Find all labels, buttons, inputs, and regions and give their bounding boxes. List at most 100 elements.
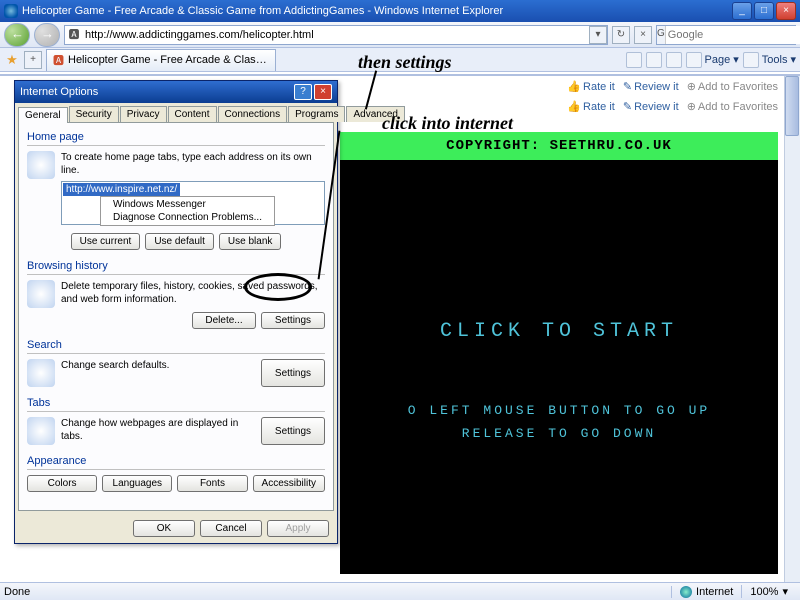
use-default-button[interactable]: Use default (145, 233, 214, 250)
tabs-icon (27, 417, 55, 445)
game-instruction-1: O LEFT MOUSE BUTTON TO GO UP (340, 403, 778, 418)
page-menu-icon (686, 52, 702, 68)
page-action-links: 👍 Rate it ✎ Review it ⊕ Add to Favorites (567, 80, 778, 93)
group-tabs: Tabs Change how webpages are displayed i… (27, 397, 325, 445)
menu-windows-messenger[interactable]: Windows Messenger (101, 198, 274, 211)
stop-button[interactable]: × (634, 26, 652, 44)
group-history: Browsing history Delete temporary files,… (27, 260, 325, 329)
dialog-footer: OK Cancel Apply (15, 514, 337, 543)
add-favorite-button[interactable]: + (24, 51, 42, 69)
use-current-button[interactable]: Use current (71, 233, 141, 250)
forward-button[interactable] (34, 23, 60, 47)
game-flash-area[interactable]: COPYRIGHT: SEETHRU.CO.UK CLICK TO START … (340, 132, 778, 574)
url-input[interactable] (83, 26, 589, 44)
fonts-button[interactable]: Fonts (177, 475, 247, 492)
review-link-2[interactable]: ✎ Review it (623, 100, 679, 113)
tab-security[interactable]: Security (69, 106, 119, 122)
tabs-text: Change how webpages are displayed in tab… (61, 417, 255, 445)
close-button[interactable]: × (776, 2, 796, 20)
status-zoom[interactable]: 100% ▾ (741, 585, 796, 598)
address-bar[interactable]: 🅰 ▾ (64, 25, 608, 45)
homepage-url[interactable]: http://www.inspire.net.nz/ (63, 183, 180, 196)
rate-link-1[interactable]: 👍 Rate it (567, 80, 615, 93)
back-button[interactable] (4, 23, 30, 47)
appearance-label: Appearance (27, 455, 86, 467)
search-settings-button[interactable]: Settings (261, 359, 325, 387)
accessibility-button[interactable]: Accessibility (253, 475, 325, 492)
search-input[interactable] (666, 26, 800, 44)
addfav-link-1[interactable]: ⊕ Add to Favorites (687, 80, 778, 93)
page-menu[interactable]: Page ▾ (686, 52, 739, 68)
history-label: Browsing history (27, 260, 108, 272)
tools-menu[interactable]: Tools ▾ (743, 52, 796, 68)
tabs-label: Tabs (27, 397, 50, 409)
dialog-tabs: General Security Privacy Content Connect… (15, 103, 337, 122)
feeds-icon[interactable] (646, 52, 662, 68)
tabs-settings-button[interactable]: Settings (261, 417, 325, 445)
search-provider-icon[interactable]: G (657, 26, 666, 44)
refresh-button[interactable]: ↻ (612, 26, 630, 44)
search-box[interactable]: G 🔍 (656, 25, 796, 45)
minimize-button[interactable]: _ (732, 2, 752, 20)
ok-button[interactable]: OK (133, 520, 195, 537)
home-icon[interactable] (626, 52, 642, 68)
tab-content[interactable]: Content (168, 106, 217, 122)
annotation-then-settings: then settings (358, 52, 452, 73)
vertical-scrollbar[interactable] (784, 76, 800, 582)
history-text: Delete temporary files, history, cookies… (61, 280, 325, 308)
maximize-button[interactable]: □ (754, 2, 774, 20)
homepage-label: Home page (27, 131, 84, 143)
window-titlebar: Helicopter Game - Free Arcade & Classic … (0, 0, 800, 22)
nav-toolbar: 🅰 ▾ ↻ × G 🔍 (0, 22, 800, 48)
status-bar: Done Internet 100% ▾ (0, 582, 800, 600)
colors-button[interactable]: Colors (27, 475, 97, 492)
status-zone: Internet (671, 586, 741, 598)
homepage-context-menu: Windows Messenger Diagnose Connection Pr… (100, 196, 275, 226)
tab-general[interactable]: General (18, 107, 68, 123)
languages-button[interactable]: Languages (102, 475, 172, 492)
favorites-star-icon[interactable]: ★ (4, 52, 20, 68)
scrollbar-thumb[interactable] (785, 76, 799, 136)
search-label: Search (27, 339, 62, 351)
page-favicon: 🅰 (65, 26, 83, 44)
dialog-help-button[interactable]: ? (294, 84, 312, 100)
browser-tab[interactable]: 🅰 Helicopter Game - Free Arcade & Classi… (46, 49, 276, 71)
ie-icon (4, 4, 18, 18)
history-settings-button[interactable]: Settings (261, 312, 325, 329)
delete-history-button[interactable]: Delete... (192, 312, 256, 329)
dialog-body: Home page To create home page tabs, type… (18, 122, 334, 511)
game-instruction-2: RELEASE TO GO DOWN (340, 426, 778, 441)
search-text: Change search defaults. (61, 359, 255, 387)
apply-button[interactable]: Apply (267, 520, 329, 537)
address-dropdown[interactable]: ▾ (589, 26, 607, 44)
homepage-icon (27, 151, 55, 179)
dialog-title: Internet Options (20, 86, 292, 98)
group-homepage: Home page To create home page tabs, type… (27, 131, 325, 250)
game-copyright: COPYRIGHT: SEETHRU.CO.UK (340, 132, 778, 160)
tab-privacy[interactable]: Privacy (120, 106, 167, 122)
dialog-titlebar[interactable]: Internet Options ? × (15, 81, 337, 103)
tab-connections[interactable]: Connections (218, 106, 288, 122)
dialog-close-button[interactable]: × (314, 84, 332, 100)
status-text: Done (4, 586, 671, 598)
use-blank-button[interactable]: Use blank (219, 233, 281, 250)
print-icon[interactable] (666, 52, 682, 68)
history-icon (27, 280, 55, 308)
tools-menu-icon (743, 52, 759, 68)
tab-favicon: 🅰 (53, 52, 64, 68)
menu-diagnose[interactable]: Diagnose Connection Problems... (101, 211, 274, 224)
globe-icon (680, 586, 692, 598)
homepage-url-box[interactable]: http://www.inspire.net.nz/ Windows Messe… (61, 181, 325, 225)
rate-link-2[interactable]: 👍 Rate it (567, 100, 615, 113)
group-appearance: Appearance Colors Languages Fonts Access… (27, 455, 325, 492)
window-title: Helicopter Game - Free Arcade & Classic … (22, 5, 730, 17)
tab-label: Helicopter Game - Free Arcade & Classic … (68, 54, 269, 66)
group-search: Search Change search defaults. Settings (27, 339, 325, 387)
tab-programs[interactable]: Programs (288, 106, 345, 122)
addfav-link-2[interactable]: ⊕ Add to Favorites (687, 100, 778, 113)
annotation-click-internet: click into internet (382, 113, 513, 134)
search-group-icon (27, 359, 55, 387)
review-link-1[interactable]: ✎ Review it (623, 80, 679, 93)
cancel-button[interactable]: Cancel (200, 520, 262, 537)
homepage-text: To create home page tabs, type each addr… (61, 151, 325, 177)
